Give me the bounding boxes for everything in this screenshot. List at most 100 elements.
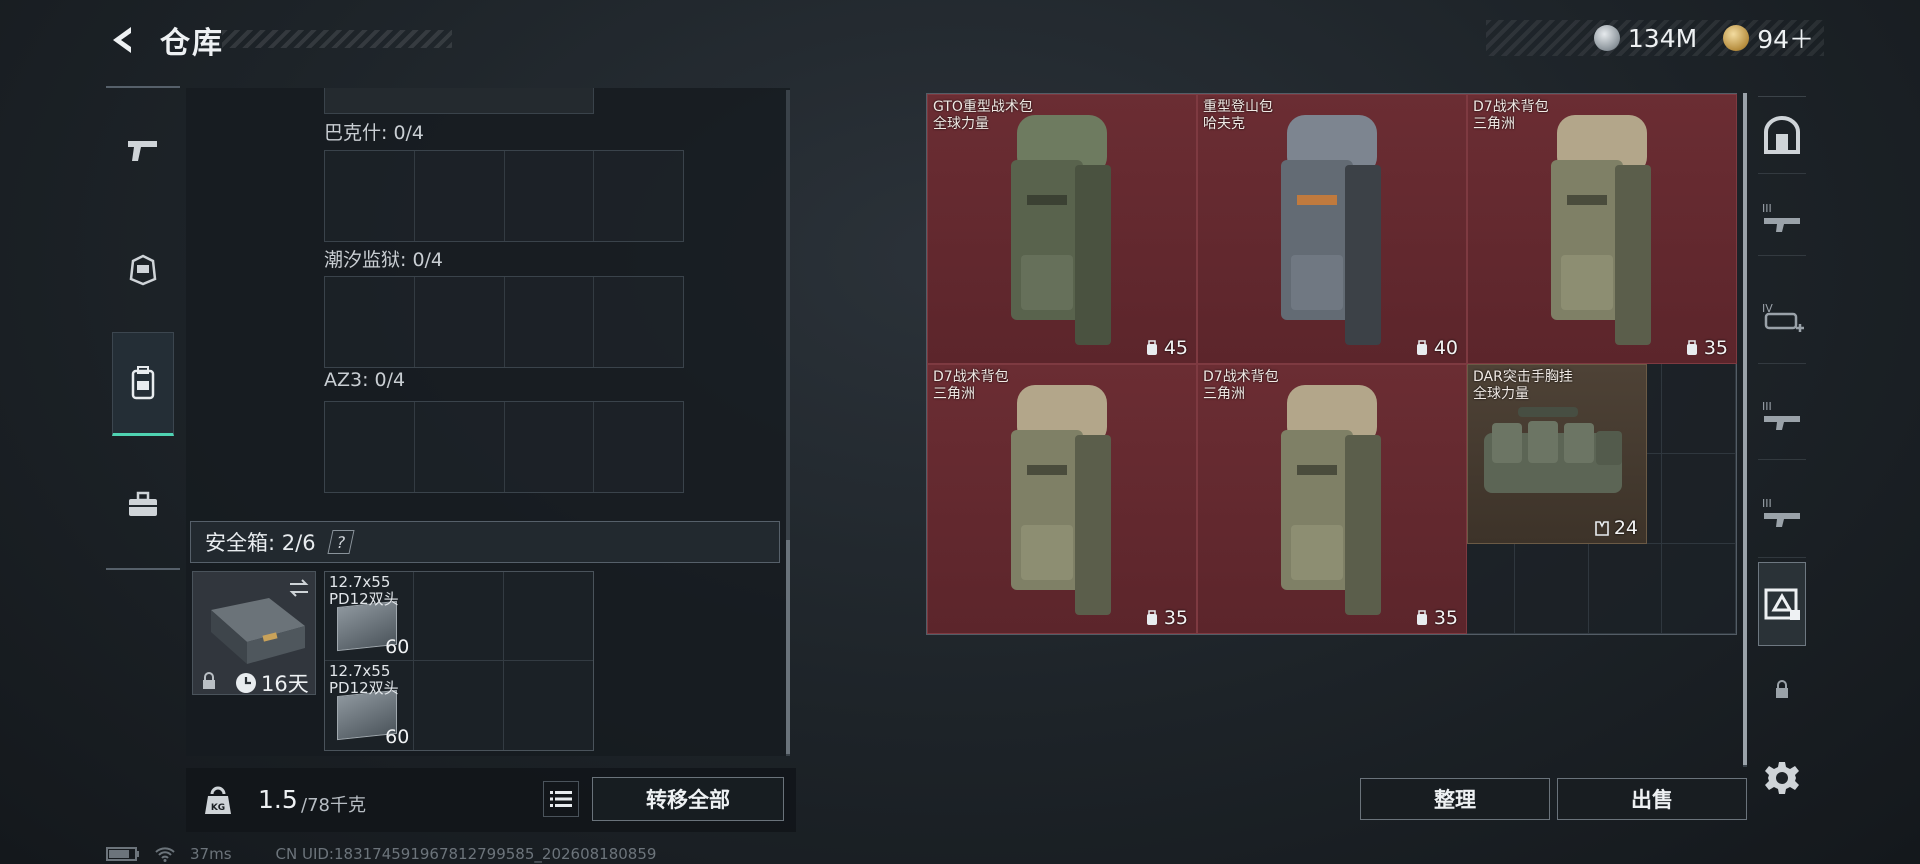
stash-scroll-thumb[interactable] xyxy=(1743,93,1747,765)
swap-icon[interactable] xyxy=(287,578,311,598)
ammo-count: 60 xyxy=(385,636,410,658)
item-name: D7战术背包 三角洲 xyxy=(1203,369,1279,402)
container-label-tidal-prison: 潮汐监狱: 0/4 xyxy=(324,249,444,271)
page-title: 仓库 xyxy=(160,26,224,61)
item-name: DAR突击手胸挂 全球力量 xyxy=(1473,369,1573,402)
stash-item-dar-chest-rig[interactable]: DAR突击手胸挂 全球力量 24 xyxy=(1467,364,1647,544)
currency-bar: 134M 94＋ xyxy=(1486,20,1824,56)
backpack-image xyxy=(1551,115,1651,345)
stash-tab-2[interactable]: IV xyxy=(1758,272,1806,364)
stash-tab-1[interactable]: III xyxy=(1758,178,1806,256)
category-backpacks[interactable] xyxy=(112,332,174,436)
back-button[interactable] xyxy=(104,20,144,60)
vault-icon xyxy=(1764,116,1800,154)
capacity-bag-icon xyxy=(1416,340,1427,355)
item-name: D7战术背包 三角洲 xyxy=(933,369,1009,402)
container-grid-tidal-prison[interactable] xyxy=(324,276,684,368)
sell-button[interactable]: 出售 xyxy=(1557,778,1747,820)
stash-item-heavy-hiking-backpack[interactable]: 重型登山包 哈夫克 40 xyxy=(1197,94,1467,364)
svg-text:III: III xyxy=(1762,400,1772,413)
stash-item-d7-backpack[interactable]: D7战术背包 三角洲 35 xyxy=(1467,94,1737,364)
item-capacity: 24 xyxy=(1595,517,1638,539)
empty-slot[interactable] xyxy=(414,661,504,750)
svg-text:KG: KG xyxy=(211,803,225,813)
safe-box-count: 2/6 xyxy=(281,531,316,555)
item-capacity: 35 xyxy=(1415,607,1458,629)
item-capacity: 45 xyxy=(1145,337,1188,359)
status-bar: 37ms CN UID:1831745919678127995​85_20260… xyxy=(106,844,656,864)
empty-slot[interactable] xyxy=(414,572,504,661)
ammo-item[interactable]: 12.7x55 PD12双头 60 xyxy=(325,661,415,750)
stash-item-d7-backpack[interactable]: D7战术背包 三角洲 35 xyxy=(1197,364,1467,634)
inventory-scroll-thumb[interactable] xyxy=(786,540,790,754)
stash-tab-filter[interactable] xyxy=(1758,562,1806,646)
stash-grid-cell[interactable] xyxy=(1662,454,1736,544)
tier4-weapon-add-icon: IV xyxy=(1762,302,1804,332)
list-icon xyxy=(550,791,572,807)
helmet-icon xyxy=(129,254,157,286)
stash-tab-3[interactable]: III xyxy=(1758,370,1806,460)
empty-slot[interactable] xyxy=(503,572,593,661)
category-weapons[interactable] xyxy=(112,98,174,202)
stash-tab-vault[interactable] xyxy=(1758,96,1806,174)
silver-coin-icon xyxy=(1593,25,1620,51)
ping-value: 37ms xyxy=(190,845,232,863)
stash-grid-cell[interactable] xyxy=(1588,544,1663,634)
stash-grid-cell[interactable] xyxy=(1662,364,1736,454)
stash-tab-locked[interactable] xyxy=(1758,654,1806,724)
previous-container-grid xyxy=(324,88,594,114)
weight-current: 1.5 xyxy=(258,785,298,814)
wifi-icon xyxy=(155,847,175,862)
user-uid: CN UID:1831745919678127995​85_2026081808… xyxy=(275,845,657,863)
empty-slot[interactable] xyxy=(504,661,593,750)
backpack-icon xyxy=(131,366,155,400)
item-capacity: 35 xyxy=(1685,337,1728,359)
pistol-icon xyxy=(128,141,157,161)
category-equipment[interactable] xyxy=(112,218,174,322)
container-grid-az3[interactable] xyxy=(324,401,684,493)
category-rail xyxy=(106,86,180,570)
container-label-az3: AZ3: 0/4 xyxy=(324,369,406,391)
capacity-bag-icon xyxy=(1686,340,1697,355)
tier3-weapon-icon: III xyxy=(1762,202,1800,232)
chest-rig-image xyxy=(1484,407,1622,493)
sort-button[interactable]: 整理 xyxy=(1360,778,1550,820)
settings-button[interactable] xyxy=(1760,756,1804,800)
gold-currency-value[interactable]: 94＋ xyxy=(1757,20,1814,56)
capacity-bag-icon xyxy=(1416,610,1427,625)
stash-tab-4[interactable]: III xyxy=(1758,466,1806,558)
toolbox-icon xyxy=(129,491,157,516)
ammo-name: 12.7x55 PD12双头 xyxy=(329,662,399,697)
tier3-weapon-icon: III xyxy=(1762,400,1800,430)
stash-item-gto-backpack[interactable]: GTO重型战术包 全球力量 45 xyxy=(927,94,1197,364)
list-view-button[interactable] xyxy=(543,781,579,817)
ammo-item[interactable]: 12.7x55 PD12双头 60 xyxy=(325,572,415,661)
capacity-bag-icon xyxy=(1146,340,1157,355)
settings-gear-icon xyxy=(1765,762,1799,794)
stash-grid-cell[interactable] xyxy=(1515,544,1589,634)
weight-max: /78千克 xyxy=(301,795,366,816)
weight-icon-box: KG xyxy=(190,772,246,828)
item-name: GTO重型战术包 全球力量 xyxy=(933,99,1033,132)
backpack-image xyxy=(1281,385,1381,615)
back-arrow-icon xyxy=(113,27,131,53)
lock-icon xyxy=(1776,680,1788,698)
container-grid-bakshi[interactable] xyxy=(324,150,684,242)
stash-grid-cell[interactable] xyxy=(1662,544,1736,634)
stash-tabs-rail: III IV III III xyxy=(1758,94,1806,734)
ammo-name: 12.7x55 PD12双头 xyxy=(329,573,399,608)
capacity-vest-icon xyxy=(1595,521,1609,536)
silver-currency-value: 134M xyxy=(1627,23,1698,53)
container-label-bakshi: 巴克什: 0/4 xyxy=(324,122,425,144)
safe-box-slot[interactable]: 16天 xyxy=(192,571,316,696)
safe-box-header: 安全箱: 2/6 ? xyxy=(190,521,780,563)
category-tools[interactable] xyxy=(112,452,174,556)
safe-box-grid: 12.7x55 PD12双头 60 12.7x55 PD12双头 60 xyxy=(324,571,594,751)
transfer-all-button[interactable]: 转移全部 xyxy=(592,777,784,821)
header-stripe-decoration xyxy=(222,30,452,48)
backpack-image xyxy=(1011,115,1111,345)
item-capacity: 40 xyxy=(1415,337,1458,359)
help-button[interactable]: ? xyxy=(327,530,355,554)
stash-item-d7-backpack[interactable]: D7战术背包 三角洲 35 xyxy=(927,364,1197,634)
item-name: 重型登山包 哈夫克 xyxy=(1203,99,1273,132)
